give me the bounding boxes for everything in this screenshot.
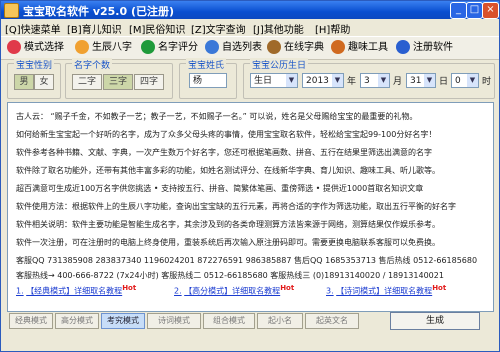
generate-button[interactable]: 生成 [390, 312, 480, 330]
surname-label: 宝宝姓氏 [186, 58, 227, 71]
close-button[interactable]: × [482, 2, 499, 19]
mode-combo-button[interactable]: 组合模式 [203, 313, 255, 329]
intro-line: 超百满意可生成近100万名字供您挑选 • 支持按五行、拼音、简繁体笔画、重傍筛选… [16, 184, 424, 193]
hour-select[interactable]: 0 ▼ [451, 73, 479, 88]
gender-female-option[interactable]: 女 [34, 74, 54, 90]
mode-nickname-button[interactable]: 起小名 [257, 313, 303, 329]
length-two-option[interactable]: 二字 [72, 74, 102, 90]
guide-link-classic[interactable]: 1. 【经典模式】详细取名教程Hot [16, 284, 136, 297]
length-three-option[interactable]: 三字 [103, 74, 133, 90]
menu-folk[interactable]: [M]民俗知识 [129, 21, 185, 36]
book-icon [267, 40, 281, 54]
arrow-icon [141, 40, 155, 54]
title-bar: 宝宝取名软件 v25.0 (已注册) _ □ × [1, 1, 499, 19]
menu-help[interactable]: [H]帮助 [315, 21, 350, 36]
menu-quick[interactable]: [Q]快速菜单 [5, 21, 61, 36]
heart-icon [7, 40, 21, 54]
guide-link-highscore[interactable]: 2. 【高分模式】详细取名教程Hot [174, 284, 294, 297]
house-icon [75, 40, 89, 54]
toolbar-fun-tools[interactable]: 趣味工具 [331, 39, 388, 57]
hour-unit: 时 [482, 77, 492, 87]
surname-input[interactable]: 杨 [189, 73, 227, 88]
calendar-type-select[interactable]: 生日 ▼ [250, 73, 298, 88]
options-area: 宝宝性别 男 女 名字个数 二字 三字 四字 宝宝姓氏 杨 宝宝公历生日 生日 ▼… [1, 58, 499, 100]
app-icon [4, 3, 19, 18]
month-unit: 月 [393, 77, 403, 87]
maximize-button[interactable]: □ [466, 2, 483, 19]
chevron-down-icon: ▼ [424, 74, 435, 87]
gender-group: 宝宝性别 男 女 [7, 58, 61, 99]
gender-male-option[interactable]: 男 [14, 74, 34, 90]
intro-panel: 古人云： “赐子千金，不如教子一艺；教子一艺，不如赐子一名。” 可以说，姓名是父… [7, 102, 494, 312]
surname-group: 宝宝姓氏 杨 [179, 58, 237, 99]
toolbar-bazi[interactable]: 生辰八字 [75, 39, 132, 57]
toolbar-dictionary[interactable]: 在线字典 [267, 39, 324, 57]
intro-line: 软件除了取名功能外，还带有其他丰富多彩的功能，如姓名测试评分、在线新华字典、育儿… [16, 166, 440, 175]
chevron-down-icon: ▼ [467, 74, 478, 87]
month-select[interactable]: 3 ▼ [360, 73, 390, 88]
mode-classic-button[interactable]: 经典模式 [9, 313, 53, 329]
mode-english-name-button[interactable]: 起英文名 [305, 313, 359, 329]
intro-line: 古人云： “赐子千金，不如教子一艺；教子一艺，不如赐子一名。” 可以说，姓名是父… [16, 112, 418, 121]
minimize-button[interactable]: _ [450, 2, 467, 19]
mode-highscore-button[interactable]: 高分模式 [55, 313, 99, 329]
toolbar-score[interactable]: 名字评分 [141, 39, 198, 57]
chevron-down-icon: ▼ [332, 74, 343, 87]
toolbar-register[interactable]: 注册软件 [396, 39, 453, 57]
toolbar-favorites[interactable]: 自选列表 [205, 39, 262, 57]
chevron-down-icon: ▼ [286, 74, 297, 87]
day-select[interactable]: 31 ▼ [406, 73, 436, 88]
mode-rigorous-button[interactable]: 考究模式 [101, 313, 145, 329]
toolbar: 模式选择 生辰八字 名字评分 自选列表 在线字典 趣味工具 注册软件 [1, 36, 499, 60]
intro-line: 软件使用方法：根据软件上的生辰八字功能，查询出宝宝缺的五行元素，再将合适的字作为… [16, 202, 456, 211]
menu-other[interactable]: [J]其他功能 [253, 21, 304, 36]
menu-parenting[interactable]: [B]育儿知识 [67, 21, 122, 36]
app-window: 宝宝取名软件 v25.0 (已注册) _ □ × [Q]快速菜单 [B]育儿知识… [0, 0, 500, 352]
gender-label: 宝宝性别 [14, 58, 55, 71]
menu-bar: [Q]快速菜单 [B]育儿知识 [M]民俗知识 [Z]文字查询 [J]其他功能 … [1, 19, 499, 36]
guide-link-poetry[interactable]: 3. 【诗词模式】详细取名教程Hot [326, 284, 446, 297]
register-icon [396, 40, 410, 54]
menu-text-lookup[interactable]: [Z]文字查询 [191, 21, 246, 36]
window-title: 宝宝取名软件 v25.0 (已注册) [23, 5, 175, 18]
mode-poetry-button[interactable]: 诗词模式 [147, 313, 201, 329]
mode-bar: 经典模式 高分模式 考究模式 诗词模式 组合模式 起小名 起英文名 生成 [1, 311, 499, 351]
day-unit: 日 [439, 77, 449, 87]
intro-line: 软件参考各种书籍、文献、字典，一次产生数万个好名字，您还可根据笔画数、拼音、五行… [16, 148, 432, 157]
intro-line: 软件一次注册，可在注册时的电脑上终身使用，重装系统后再次输入原注册码即可。需要更… [16, 238, 440, 247]
length-four-option[interactable]: 四字 [134, 74, 164, 90]
year-select[interactable]: 2013 ▼ [302, 73, 344, 88]
name-length-label: 名字个数 [72, 58, 113, 71]
name-length-group: 名字个数 二字 三字 四字 [65, 58, 173, 99]
chevron-down-icon: ▼ [378, 74, 389, 87]
year-unit: 年 [347, 77, 357, 87]
intro-line: 软件相关说明：软件主要功能是智能生成名字，其余涉及到的各类命理测算方法皆来源于网… [16, 220, 440, 229]
birthday-group: 宝宝公历生日 生日 ▼ 2013 ▼ 年 3 ▼ 月 31 ▼ 日 0 ▼ 时 [243, 58, 495, 99]
contact-line: 客服QQ 731385908 283837340 1196024201 8722… [16, 256, 478, 265]
birthday-label: 宝宝公历生日 [250, 58, 309, 71]
list-icon [205, 40, 219, 54]
tool-icon [331, 40, 345, 54]
contact-line: 客服热线→ 400-666-8722 (7x24小时) 客服热线二 0512-6… [16, 271, 444, 280]
intro-line: 如何给新生宝宝起一个好听的名字，成为了众多父母头疼的事情，使用宝宝取名软件，轻松… [16, 130, 437, 139]
toolbar-mode-select[interactable]: 模式选择 [7, 39, 64, 57]
